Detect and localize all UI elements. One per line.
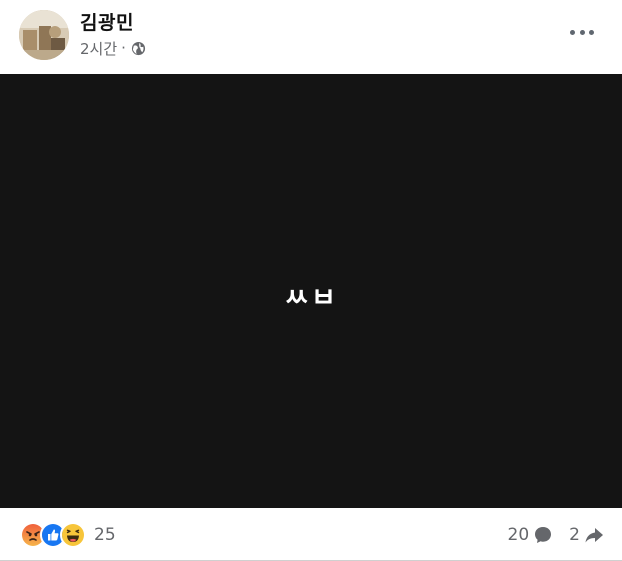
engagement-stats: 20 2: [508, 523, 604, 547]
avatar-photo-icon: [19, 10, 69, 60]
comment-count: 20: [507, 525, 530, 545]
more-options-button[interactable]: [570, 22, 594, 42]
comment-icon: [535, 527, 552, 543]
feed-post: 김광민 2시간 · ㅆㅂ 25 20 2: [0, 0, 622, 561]
image-text: ㅆㅂ: [284, 283, 338, 314]
post-meta: 2시간 ·: [80, 38, 146, 58]
share-icon: [585, 528, 603, 543]
meta-separator: ·: [121, 39, 126, 57]
more-dot: [589, 29, 594, 35]
share-count: 2: [569, 525, 580, 545]
reactions-summary[interactable]: 25: [20, 522, 116, 548]
post-header: 김광민 2시간 ·: [0, 0, 622, 74]
post-time[interactable]: 2시간: [80, 38, 117, 59]
reaction-count: 25: [94, 525, 116, 545]
author-avatar[interactable]: [19, 10, 69, 60]
author-name[interactable]: 김광민: [80, 8, 134, 35]
shares-link[interactable]: 2: [569, 525, 604, 545]
post-footer: 25 20 2: [0, 508, 622, 561]
more-dot: [570, 29, 575, 35]
post-image[interactable]: ㅆㅂ: [0, 74, 622, 508]
haha-reaction-icon: [60, 522, 86, 548]
comments-link[interactable]: 20: [508, 525, 554, 545]
more-dot: [579, 29, 585, 35]
globe-icon: [131, 41, 145, 55]
